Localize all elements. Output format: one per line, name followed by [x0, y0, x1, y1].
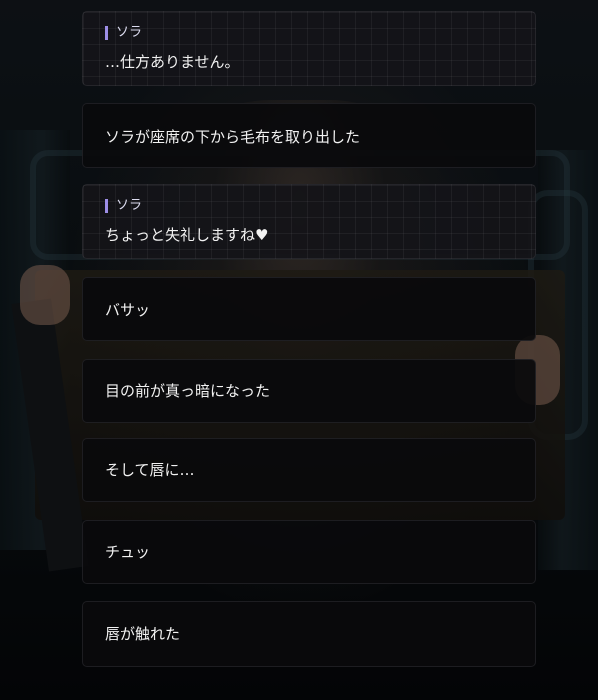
backlog-list[interactable]: ソラ …仕方ありません。 ソラが座席の下から毛布を取り出した ソラ ちょっと失礼… [0, 0, 598, 700]
speaker-name: ソラ [105, 26, 142, 40]
dialogue-text: チュッ [105, 543, 151, 561]
dialogue-text: 目の前が真っ暗になった [105, 382, 271, 400]
dialogue-text: ちょっと失礼しますね♥ [105, 226, 269, 244]
dialogue-text: …仕方ありません。 [105, 53, 240, 71]
backlog-entry[interactable]: 唇が触れた [82, 601, 536, 667]
backlog-entry[interactable]: ソラが座席の下から毛布を取り出した [82, 103, 536, 168]
backlog-entry[interactable]: そして唇に… [82, 438, 536, 502]
dialogue-text: ソラが座席の下から毛布を取り出した [105, 128, 361, 146]
dialogue-text: 唇が触れた [105, 625, 181, 643]
dialogue-text: そして唇に… [105, 461, 195, 479]
backlog-entry[interactable]: ソラ ちょっと失礼しますね♥ [82, 184, 536, 259]
speaker-name: ソラ [105, 199, 142, 213]
backlog-entry[interactable]: 目の前が真っ暗になった [82, 359, 536, 423]
backlog-entry[interactable]: バサッ [82, 277, 536, 341]
backlog-entry[interactable]: チュッ [82, 520, 536, 584]
dialogue-text: バサッ [105, 301, 151, 319]
backlog-entry[interactable]: ソラ …仕方ありません。 [82, 11, 536, 86]
